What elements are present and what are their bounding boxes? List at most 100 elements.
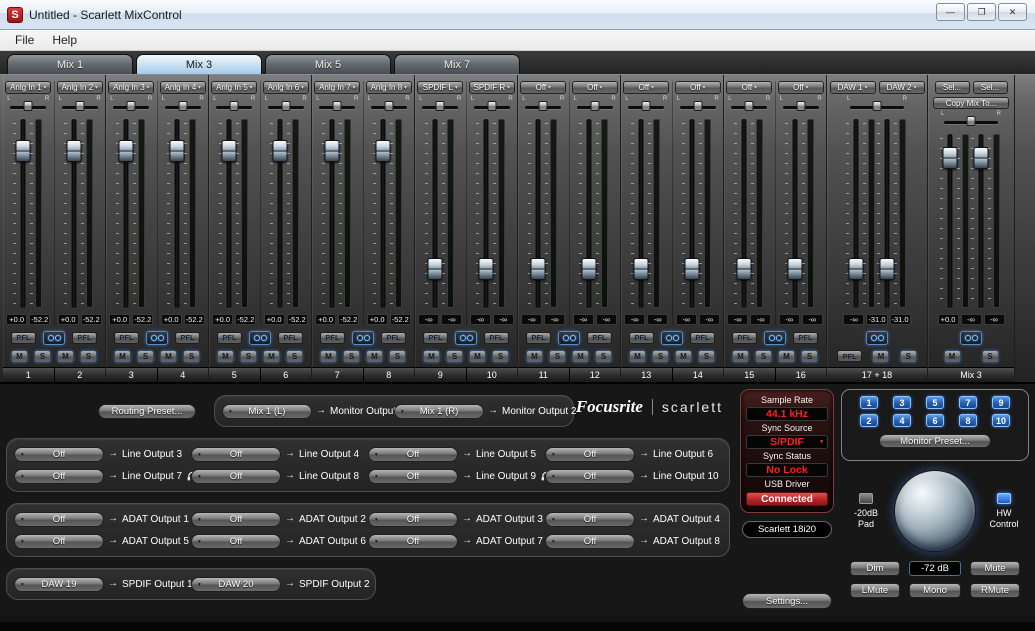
pfl-button[interactable]: PFL: [526, 332, 551, 344]
pfl-button[interactable]: PFL: [423, 332, 448, 344]
channel-fader[interactable]: [848, 116, 864, 311]
monitor-preset-8[interactable]: 8: [959, 414, 977, 427]
pan-handle[interactable]: [384, 101, 393, 111]
monitor-preset-3[interactable]: 3: [893, 396, 911, 409]
stereo-link-button[interactable]: [764, 331, 786, 345]
mute-button[interactable]: M: [263, 350, 280, 363]
channel-fader[interactable]: [633, 116, 649, 311]
monitor-preset-10[interactable]: 10: [992, 414, 1010, 427]
mono-button[interactable]: Mono: [909, 583, 961, 598]
fader-cap[interactable]: [633, 258, 648, 280]
pan-handle[interactable]: [590, 101, 599, 111]
routing-source-button[interactable]: ▾ Off: [14, 534, 104, 549]
channel-fader[interactable]: [272, 116, 288, 311]
tab-mix-3[interactable]: Mix 3: [136, 54, 262, 74]
solo-button[interactable]: S: [80, 350, 97, 363]
routing-source-button[interactable]: ▾ Off: [191, 469, 281, 484]
monitor-mute-button[interactable]: Mute: [970, 561, 1020, 576]
pfl-button[interactable]: PFL: [732, 332, 757, 344]
routing-source-button[interactable]: ▾ Off: [191, 534, 281, 549]
channel-fader[interactable]: [879, 116, 895, 311]
channel-source-button[interactable]: Anlg In 4 ▾: [160, 81, 206, 94]
solo-button[interactable]: S: [446, 350, 463, 363]
solo-button[interactable]: S: [595, 350, 612, 363]
solo-button[interactable]: S: [900, 350, 917, 363]
pfl-button[interactable]: PFL: [320, 332, 345, 344]
fader-cap[interactable]: [427, 258, 442, 280]
fader-cap[interactable]: [530, 258, 545, 280]
pfl-button[interactable]: PFL: [217, 332, 242, 344]
fader-cap[interactable]: [582, 258, 597, 280]
solo-button[interactable]: S: [240, 350, 257, 363]
routing-source-button[interactable]: ▾ Off: [191, 512, 281, 527]
mute-button[interactable]: M: [423, 350, 440, 363]
pfl-button[interactable]: PFL: [175, 332, 200, 344]
routing-source-button[interactable]: ▾ Off: [14, 512, 104, 527]
pan-handle[interactable]: [75, 101, 84, 111]
solo-button[interactable]: S: [549, 350, 566, 363]
routing-source-button[interactable]: ▾ Off: [545, 512, 635, 527]
channel-fader[interactable]: [736, 116, 752, 311]
channel-fader[interactable]: [15, 116, 31, 311]
pan-slider[interactable]: L R: [161, 97, 205, 113]
pan-slider[interactable]: L R: [624, 97, 668, 113]
hw-control-indicator[interactable]: [997, 493, 1011, 504]
pan-slider[interactable]: L R: [846, 97, 908, 113]
pan-slider[interactable]: L R: [315, 97, 359, 113]
mute-button[interactable]: M: [675, 350, 692, 363]
pan-slider[interactable]: L R: [58, 97, 102, 113]
pfl-button[interactable]: PFL: [837, 350, 862, 362]
solo-button[interactable]: S: [343, 350, 360, 363]
fader-cap[interactable]: [943, 147, 958, 169]
monitor-preset-button[interactable]: Monitor Preset...: [879, 434, 991, 448]
mute-button[interactable]: M: [526, 350, 543, 363]
channel-source-button[interactable]: DAW 2▾: [879, 81, 925, 94]
channel-source-button[interactable]: Off ▾: [778, 81, 824, 94]
mute-button[interactable]: M: [872, 350, 889, 363]
hw-control[interactable]: HWControl: [981, 493, 1027, 530]
channel-source-button[interactable]: Off ▾: [726, 81, 772, 94]
sel-button[interactable]: Sel...: [973, 81, 1008, 94]
mute-button[interactable]: M: [366, 350, 383, 363]
fader-cap[interactable]: [67, 140, 82, 162]
mute-button[interactable]: M: [11, 350, 28, 363]
pan-handle[interactable]: [745, 101, 754, 111]
pfl-button[interactable]: PFL: [114, 332, 139, 344]
titlebar[interactable]: S Untitled - Scarlett MixControl — ❐ ✕: [0, 0, 1035, 30]
routing-source-button[interactable]: ▾ Mix 1 (L): [222, 404, 312, 419]
channel-source-button[interactable]: DAW 1▾: [830, 81, 876, 94]
pan-slider[interactable]: L R: [367, 97, 411, 113]
fader-cap[interactable]: [273, 140, 288, 162]
fader-cap[interactable]: [685, 258, 700, 280]
routing-source-button[interactable]: ▾ Off: [368, 534, 458, 549]
routing-source-button[interactable]: ▾ Off: [545, 469, 635, 484]
fader-cap[interactable]: [376, 140, 391, 162]
solo-button[interactable]: S: [137, 350, 154, 363]
stereo-link-button[interactable]: [43, 331, 65, 345]
pfl-button[interactable]: PFL: [793, 332, 818, 344]
pan-handle[interactable]: [436, 101, 445, 111]
channel-fader[interactable]: [66, 116, 82, 311]
pan-handle[interactable]: [333, 101, 342, 111]
routing-source-button[interactable]: ▾ DAW 20: [191, 577, 281, 592]
rmute-button[interactable]: RMute: [970, 583, 1020, 598]
pan-handle[interactable]: [127, 101, 136, 111]
routing-preset-button[interactable]: Routing Preset...: [98, 404, 196, 419]
channel-fader[interactable]: [221, 116, 237, 311]
stereo-link-button[interactable]: [455, 331, 477, 345]
mute-button[interactable]: M: [57, 350, 74, 363]
channel-fader[interactable]: [375, 116, 391, 311]
mute-button[interactable]: M: [944, 350, 961, 363]
lmute-button[interactable]: LMute: [850, 583, 900, 598]
pan-handle[interactable]: [281, 101, 290, 111]
pan-handle[interactable]: [24, 101, 33, 111]
pan-handle[interactable]: [642, 101, 651, 111]
menu-item-file[interactable]: File: [6, 31, 43, 49]
channel-fader[interactable]: [169, 116, 185, 311]
mute-button[interactable]: M: [629, 350, 646, 363]
channel-source-button[interactable]: SPDIF R ▾: [469, 81, 515, 94]
pan-slider[interactable]: L R: [470, 97, 514, 113]
monitor-preset-1[interactable]: 1: [860, 396, 878, 409]
pan-slider[interactable]: L R: [573, 97, 617, 113]
channel-fader[interactable]: [478, 116, 494, 311]
